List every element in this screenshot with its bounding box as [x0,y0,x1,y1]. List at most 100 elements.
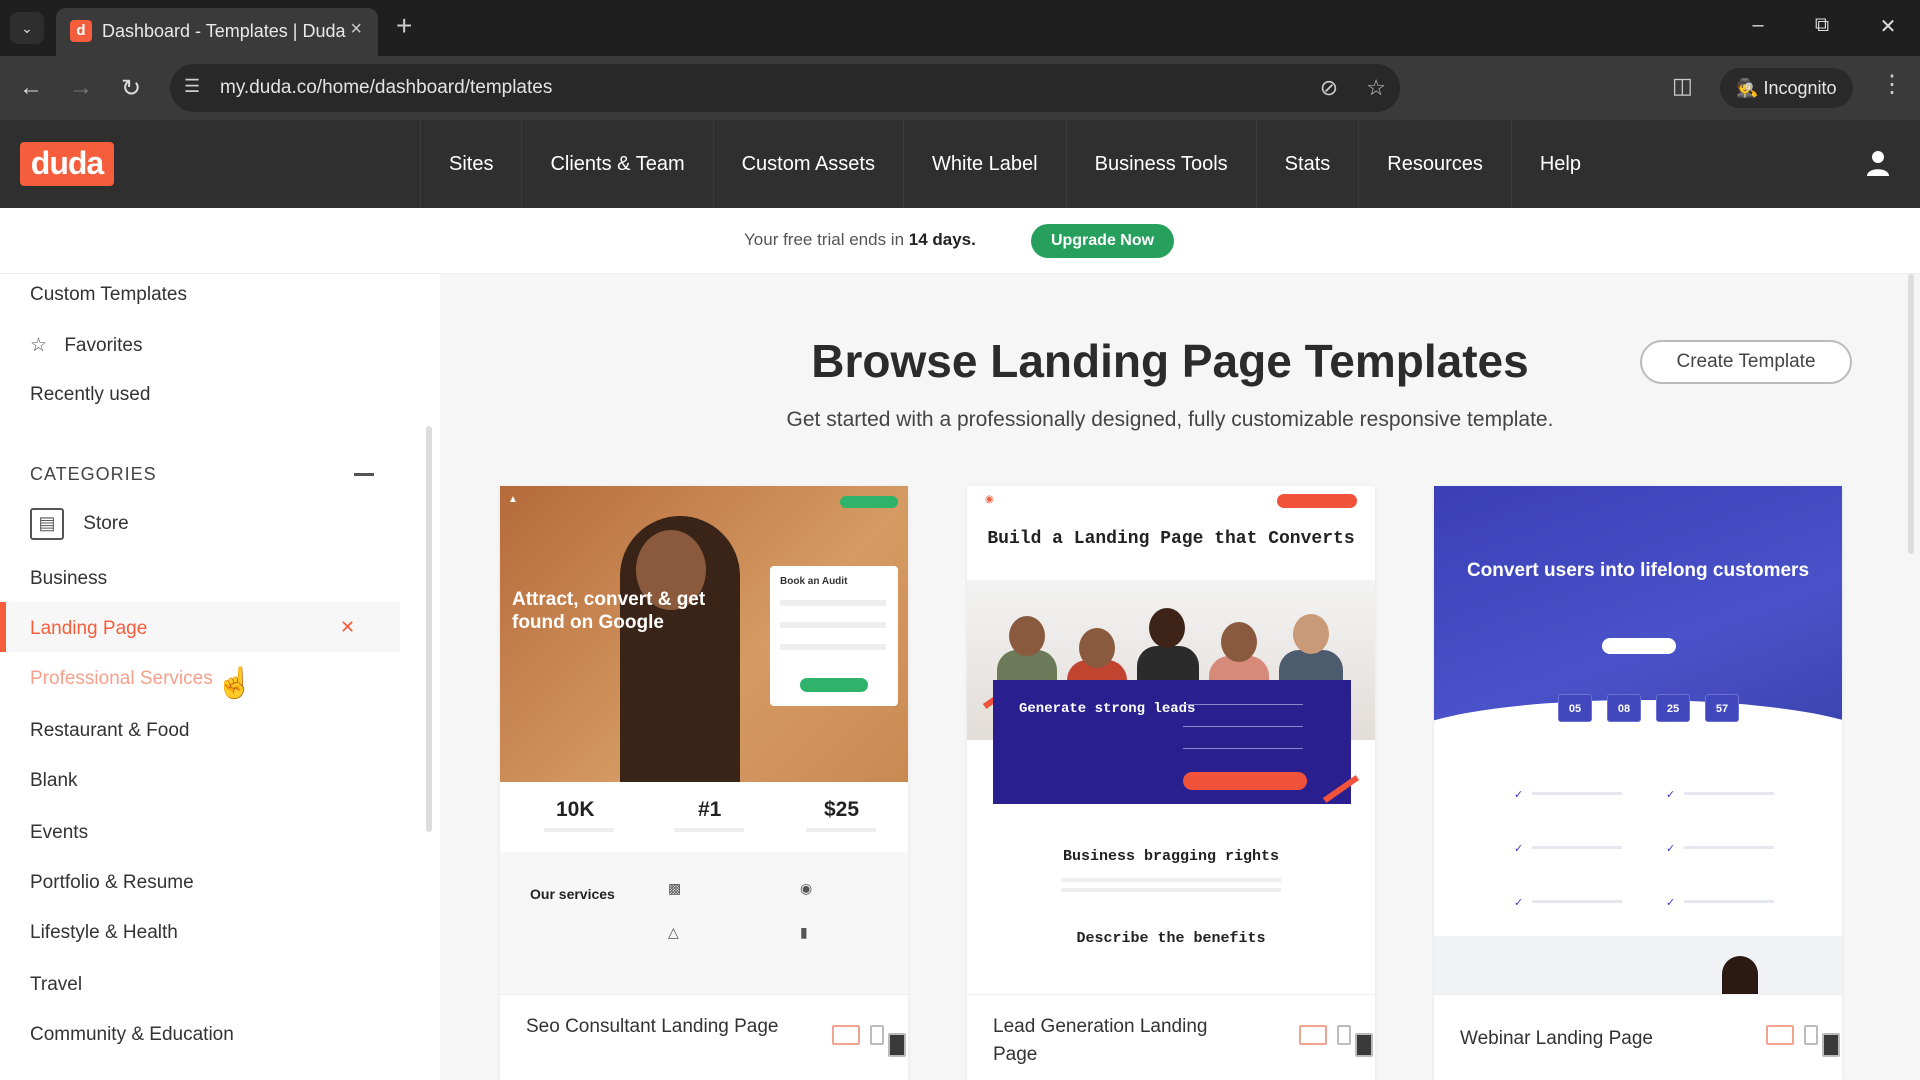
template-card-webinar[interactable]: Convert users into lifelong customers 05… [1434,486,1842,1080]
preview-lead-box: Generate strong leads [993,680,1351,804]
tablet-preview-icon[interactable] [1355,1033,1373,1057]
desktop-preview-icon[interactable] [1766,1025,1794,1045]
check-icon: ✓ [1514,789,1524,801]
sidebar-item-recently-used[interactable]: Recently used [30,384,150,406]
sidebar-item-lifestyle-health[interactable]: Lifestyle & Health [30,922,178,944]
preview-headline: Attract, convert & get found on Google [512,589,706,633]
card-footer: Webinar Landing Page [1434,994,1842,1080]
check-icon: ✓ [1666,789,1676,801]
upgrade-now-button[interactable]: Upgrade Now [1031,224,1174,258]
sidebar-item-landing-page[interactable]: Landing Page [30,618,147,640]
mobile-preview-icon[interactable] [1337,1025,1351,1045]
trial-text-prefix: Your free trial ends in [744,230,909,249]
bookmark-star-icon[interactable]: ☆ [1366,75,1386,100]
template-card-lead-generation[interactable]: ◉ Build a Landing Page that Converts Gen… [967,486,1375,1080]
mobile-preview-icon[interactable] [870,1025,884,1045]
side-panel-icon[interactable]: ◫ [1672,73,1693,99]
sidebar-item-custom-templates[interactable]: Custom Templates [30,284,187,306]
preview-face [1221,622,1257,662]
template-card-seo-consultant[interactable]: ▲ Attract, convert & get found on Google… [500,486,908,1080]
preview-stat: 10K [556,798,595,821]
app-header: duda Sites Clients & Team Custom Assets … [0,120,1920,208]
desktop-preview-icon[interactable] [1299,1025,1327,1045]
tab-close-icon[interactable]: × [350,18,362,41]
nav-custom-assets[interactable]: Custom Assets [712,120,903,208]
browser-toolbar: ← → ↻ ☰ my.duda.co/home/dashboard/templa… [0,56,1920,120]
preview-logo: ▲ [508,494,518,505]
sidebar-item-events[interactable]: Events [30,822,88,844]
window-close-icon[interactable]: ✕ [1868,14,1908,39]
sidebar-item-restaurant-food[interactable]: Restaurant & Food [30,720,189,742]
nav-help[interactable]: Help [1510,120,1609,208]
sidebar-scrollbar[interactable] [426,426,432,832]
sidebar-item-favorites[interactable]: ☆ Favorites [30,334,142,357]
store-icon: ▤ [30,508,64,540]
incognito-label: Incognito [1763,78,1837,98]
preview-form-title: Book an Audit [780,576,848,587]
trial-banner: Your free trial ends in 14 days. Upgrade… [0,208,1920,274]
page-subtitle: Get started with a professionally design… [786,408,1554,431]
preview-form: Book an Audit [770,566,898,706]
sidebar-item-professional-services[interactable]: Professional Services [30,668,213,690]
sidebar-item-community-education[interactable]: Community & Education [30,1024,234,1046]
tab-search-chevron-icon[interactable]: ⌄ [10,12,44,44]
clear-category-x-icon[interactable]: ✕ [340,617,355,638]
nav-business-tools[interactable]: Business Tools [1065,120,1256,208]
collapse-minus-icon[interactable] [354,473,374,476]
sidebar-item-portfolio-resume[interactable]: Portfolio & Resume [30,872,194,894]
preview-stat-caption [674,828,744,832]
sidebar-item-blank[interactable]: Blank [30,770,78,792]
desktop-preview-icon[interactable] [832,1025,860,1045]
nav-white-label[interactable]: White Label [903,120,1066,208]
preview-countdown-box: 25 [1656,694,1690,722]
favorites-label: Favorites [64,335,143,356]
sidebar-item-travel[interactable]: Travel [30,974,82,996]
tablet-preview-icon[interactable] [888,1033,906,1057]
browser-tab-active[interactable]: d Dashboard - Templates | Duda × [56,8,378,56]
eye-slash-icon[interactable]: ⊘ [1320,75,1338,100]
minimize-icon[interactable]: – [1738,14,1778,37]
duda-logo[interactable]: duda [20,142,114,186]
main-content: Browse Landing Page Templates Get starte… [440,274,1920,1080]
sidebar-item-store[interactable]: ▤ Store [30,508,129,540]
site-settings-icon[interactable]: ☰ [184,76,200,97]
nav-resources[interactable]: Resources [1358,120,1511,208]
preview-countdown-box: 57 [1705,694,1739,722]
sidebar-item-business[interactable]: Business [30,568,107,590]
main-scrollbar[interactable] [1908,274,1914,554]
mobile-preview-icon[interactable] [1804,1025,1818,1045]
omnibox-actions: ⊘ ☆ [1320,75,1386,101]
preview-cta-button [1602,638,1676,654]
preview-face [1079,628,1115,668]
check-icon: ✓ [1666,843,1676,855]
preview-stat-caption [544,828,614,832]
preview-speaker-avatar [1722,956,1758,994]
check-icon: ✓ [1666,897,1676,909]
preview-face [1009,616,1045,656]
tablet-preview-icon[interactable] [1822,1033,1840,1057]
nav-stats[interactable]: Stats [1255,120,1359,208]
template-preview-image: ▲ Attract, convert & get found on Google… [500,486,908,782]
nav-clients-team[interactable]: Clients & Team [521,120,712,208]
top-nav: Sites Clients & Team Custom Assets White… [420,120,1609,208]
forward-arrow-icon[interactable]: → [66,74,96,102]
incognito-badge[interactable]: 🕵 Incognito [1720,68,1853,108]
preview-service-icon: ◉ [800,880,813,896]
nav-sites[interactable]: Sites [420,120,521,208]
address-bar[interactable]: ☰ my.duda.co/home/dashboard/templates ⊘ … [170,64,1400,112]
trial-message: Your free trial ends in 14 days. [744,230,976,250]
user-account-icon[interactable] [1866,150,1890,176]
url-text: my.duda.co/home/dashboard/templates [220,77,553,98]
preview-form-field [780,600,886,606]
back-arrow-icon[interactable]: ← [16,74,46,102]
browser-menu-icon[interactable]: ⋮ [1880,70,1904,99]
reload-icon[interactable]: ↻ [116,74,146,103]
check-icon: ✓ [1514,897,1524,909]
new-tab-plus-icon[interactable]: + [396,10,412,42]
store-label: Store [83,513,129,535]
create-template-button[interactable]: Create Template [1640,340,1852,384]
hand-cursor-icon: ☝ [216,667,254,700]
browser-tabstrip: ⌄ d Dashboard - Templates | Duda × + – ⧉… [0,0,1920,56]
restore-icon[interactable]: ⧉ [1802,14,1842,37]
preview-headline: Convert users into lifelong customers [1466,560,1810,581]
